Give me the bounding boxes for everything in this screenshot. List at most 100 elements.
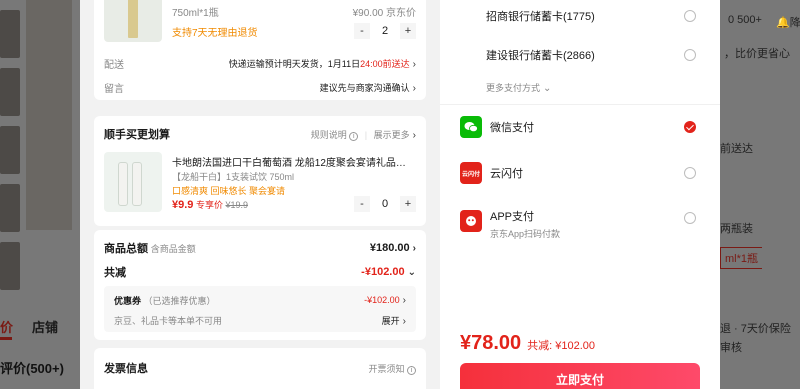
- chevron-right-icon[interactable]: ›: [413, 130, 416, 141]
- payment-method-label: 云闪付: [490, 168, 523, 180]
- radio-button[interactable]: [684, 212, 696, 224]
- quantity-stepper[interactable]: - 2 +: [354, 23, 416, 39]
- addon-product-tags: 口感清爽 回味悠长 聚会宴请: [172, 186, 286, 196]
- payment-method-sublabel: 京东App扫码付款: [490, 229, 561, 239]
- wechat-icon: [460, 116, 482, 138]
- payment-total: ¥78.00 共减: ¥102.00: [460, 332, 595, 355]
- addon-product-spec: 【龙船干白】1支装试饮 750ml: [172, 172, 295, 182]
- discount-value: -¥102.00: [361, 266, 405, 278]
- invoice-card: 发票信息 开票须知 i: [94, 348, 426, 389]
- delivery-deadline: 24:00前送达: [360, 59, 410, 69]
- background-right-column: 0 500+ 🔔降价 ，比价更省心 前送达 两瓶装 ml*1瓶 退 · 7天价保…: [720, 0, 800, 389]
- message-value: 建议先与商家沟通确认: [319, 83, 410, 93]
- payment-method-label: APP支付: [490, 211, 535, 223]
- addon-quantity-value[interactable]: 0: [370, 196, 400, 212]
- background-product-photo: [26, 0, 72, 230]
- chevron-right-icon[interactable]: ›: [403, 316, 406, 327]
- payment-option-bank[interactable]: 建设银行储蓄卡(2866): [460, 47, 696, 63]
- order-details-panel: 750ml*1瓶 ¥90.00 京东价 支持7天无理由退货 - 2 + 配送 快…: [80, 0, 440, 389]
- decrease-button[interactable]: -: [354, 196, 370, 212]
- product-spec: 750ml*1瓶: [172, 8, 219, 19]
- radio-button[interactable]: [684, 10, 696, 22]
- payment-option-bank[interactable]: 招商银行储蓄卡(1775): [460, 8, 696, 24]
- background-service-text: 审核: [720, 342, 742, 354]
- chevron-down-icon[interactable]: ⌄: [408, 267, 416, 278]
- total-label: 商品总额: [104, 243, 148, 255]
- background-compare-text: ，比价更省心: [724, 48, 790, 60]
- message-label: 留言: [104, 84, 124, 95]
- background-left-column: 价 店铺 评价(500+): [0, 0, 80, 389]
- chevron-down-icon: ⌄: [543, 83, 552, 94]
- pay-now-button[interactable]: 立即支付: [460, 363, 700, 389]
- addon-product-image[interactable]: [104, 152, 162, 212]
- product-image: [104, 0, 162, 42]
- coupon-label: 优惠券: [114, 296, 142, 306]
- expand-link[interactable]: 展开: [382, 316, 400, 326]
- show-more-link[interactable]: 展示更多: [374, 130, 410, 140]
- radio-button[interactable]: [684, 49, 696, 61]
- payment-method-wechat[interactable]: 微信支付: [460, 116, 696, 138]
- addon-product-name[interactable]: 卡地朗法国进口干白葡萄酒 龙船12度聚会宴请礼品…: [172, 154, 416, 169]
- background-badge: 0 500+: [728, 14, 762, 26]
- background-nav: 🔔降价: [776, 14, 800, 30]
- background-thumbnail: [0, 68, 20, 116]
- addon-title: 顺手买更划算: [104, 129, 170, 141]
- jd-app-icon: [460, 210, 482, 232]
- addon-price-tag: 专享价: [195, 200, 223, 210]
- radio-button[interactable]: [684, 167, 696, 179]
- background-tab: 店铺: [32, 320, 59, 335]
- addon-quantity-stepper[interactable]: - 0 +: [354, 196, 416, 212]
- chevron-right-icon[interactable]: ›: [403, 295, 406, 306]
- info-icon[interactable]: i: [349, 131, 359, 141]
- background-thumbnail: [0, 10, 20, 58]
- chevron-right-icon: ›: [412, 83, 416, 94]
- chevron-right-icon: ›: [412, 59, 416, 70]
- total-amount: ¥78.00: [460, 332, 522, 354]
- background-service-text: 退 · 7天价保险: [720, 323, 791, 335]
- payment-method-label: 微信支付: [490, 122, 534, 134]
- coupon-box[interactable]: 优惠券 （已选推荐优惠） -¥102.00 › 京豆、礼品卡等本单不可用 展开 ›: [104, 286, 416, 332]
- background-tab-indicator: [0, 337, 12, 340]
- more-payment-methods-label: 更多支付方式: [486, 83, 541, 93]
- delivery-value: 快递运输预计明天发货，1月11日: [228, 59, 361, 69]
- bell-icon: 🔔: [776, 17, 790, 29]
- background-spec-text: 两瓶装: [720, 223, 753, 235]
- background-thumbnail: [0, 184, 20, 232]
- addon-card: 顺手买更划算 规则说明 i | 展示更多 › 卡地朗法国进口干白葡萄酒 龙船12度…: [94, 116, 426, 226]
- background-tabs: 价 店铺: [0, 305, 80, 345]
- more-payment-methods[interactable]: 更多支付方式 ⌄: [486, 81, 551, 94]
- product-card: 750ml*1瓶 ¥90.00 京东价 支持7天无理由退货 - 2 + 配送 快…: [94, 0, 426, 100]
- rules-link[interactable]: 规则说明: [311, 130, 347, 140]
- total-value: ¥180.00: [369, 242, 410, 254]
- payment-option-label: 建设银行储蓄卡(2866): [486, 50, 595, 62]
- message-row[interactable]: 留言 建议先与商家沟通确认 ›: [104, 80, 416, 95]
- addon-original-price: ¥19.9: [225, 200, 248, 210]
- divider: [440, 104, 720, 105]
- return-policy: 支持7天无理由退货: [172, 27, 258, 39]
- payment-panel: 招商银行储蓄卡(1775) 建设银行储蓄卡(2866) 更多支付方式 ⌄ 微信支付…: [440, 0, 720, 389]
- addon-price: ¥9.9: [172, 199, 194, 211]
- background-review-heading: 评价(500+): [0, 361, 64, 376]
- chevron-right-icon[interactable]: ›: [413, 243, 416, 254]
- payment-method-app[interactable]: APP支付 京东App扫码付款: [460, 208, 696, 240]
- quantity-value[interactable]: 2: [370, 23, 400, 39]
- coupon-note: 京豆、礼品卡等本单不可用: [114, 316, 223, 326]
- coupon-sublabel: （已选推荐优惠）: [143, 296, 216, 306]
- delivery-row[interactable]: 配送 快递运输预计明天发货，1月11日24:00前送达 ›: [104, 56, 416, 71]
- background-thumbnail: [0, 242, 20, 290]
- summary-card: 商品总额 含商品金额 ¥180.00 › 共减 -¥102.00 ⌄ 优惠券 （已选…: [94, 230, 426, 340]
- delivery-label: 配送: [104, 60, 124, 71]
- info-icon[interactable]: i: [407, 365, 416, 375]
- total-discount: 共减: ¥102.00: [527, 340, 596, 352]
- invoice-title: 发票信息: [104, 363, 148, 375]
- discount-label: 共减: [104, 267, 126, 279]
- decrease-button[interactable]: -: [354, 23, 370, 39]
- invoice-notice-link[interactable]: 开票须知: [368, 364, 404, 374]
- increase-button[interactable]: +: [400, 23, 416, 39]
- increase-button[interactable]: +: [400, 196, 416, 212]
- radio-button-selected[interactable]: [684, 121, 696, 133]
- payment-option-label: 招商银行储蓄卡(1775): [486, 11, 595, 23]
- background-tab: 价: [0, 320, 14, 335]
- total-sublabel: 含商品金额: [150, 244, 196, 254]
- payment-method-unionpay[interactable]: 云闪付 云闪付: [460, 162, 696, 184]
